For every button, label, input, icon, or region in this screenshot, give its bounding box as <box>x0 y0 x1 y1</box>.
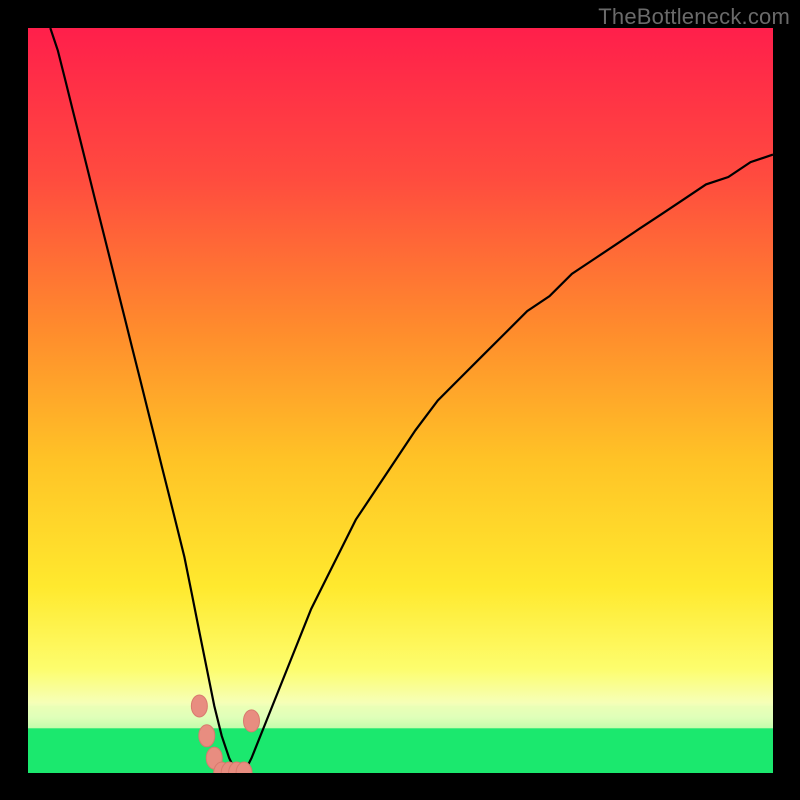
chart-stage <box>28 28 773 773</box>
bottleneck-chart <box>28 28 773 773</box>
watermark-text: TheBottleneck.com <box>598 4 790 30</box>
data-marker <box>199 725 215 747</box>
data-marker <box>244 710 260 732</box>
data-marker <box>191 695 207 717</box>
heat-gradient-bg <box>28 28 773 773</box>
good-band <box>28 728 773 773</box>
good-band-edge <box>28 706 773 730</box>
